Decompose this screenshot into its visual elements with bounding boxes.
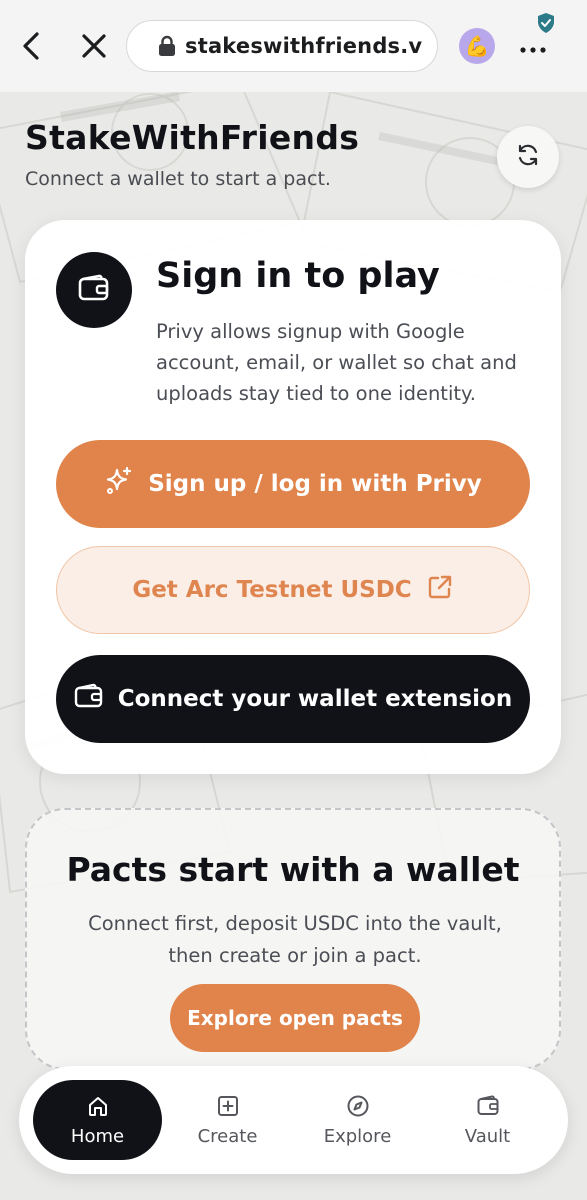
pacts-card: Pacts start with a wallet Connect first,… [25, 808, 561, 1070]
nav-item-vault[interactable]: Vault [423, 1080, 552, 1160]
close-icon[interactable] [76, 28, 112, 64]
connect-wallet-label: Connect your wallet extension [117, 686, 513, 712]
explore-pacts-button[interactable]: Explore open pacts [170, 984, 420, 1052]
get-usdc-button[interactable]: Get Arc Testnet USDC [56, 546, 530, 634]
compass-icon [346, 1094, 370, 1118]
external-link-icon [426, 573, 454, 607]
sparkles-icon [104, 466, 134, 502]
url-text: stakeswithfriends.v [185, 34, 423, 58]
flexed-arm-emoji-icon: 💪 [464, 34, 490, 58]
signin-card: Sign in to play Privy allows signup with… [25, 220, 561, 774]
refresh-button[interactable] [497, 126, 559, 188]
wallet-icon [476, 1094, 500, 1118]
connect-wallet-button[interactable]: Connect your wallet extension [56, 655, 530, 743]
pacts-title: Pacts start with a wallet [66, 850, 520, 889]
privy-login-label: Sign up / log in with Privy [148, 471, 482, 497]
nav-item-label: Home [70, 1125, 125, 1147]
get-usdc-label: Get Arc Testnet USDC [132, 577, 412, 603]
signin-title: Sign in to play [156, 256, 440, 296]
bottom-nav: Home Create Explore Vault [19, 1066, 568, 1174]
nav-item-home[interactable]: Home [33, 1080, 162, 1160]
back-arrow-icon[interactable] [14, 28, 50, 64]
lock-icon [157, 35, 177, 57]
nav-item-create[interactable]: Create [163, 1080, 292, 1160]
nav-item-explore[interactable]: Explore [293, 1080, 422, 1160]
pacts-description: Connect first, deposit USDC into the vau… [88, 912, 502, 967]
browser-toolbar: stakeswithfriends.v 💪 [0, 0, 587, 92]
home-icon [86, 1094, 110, 1118]
signin-description: Privy allows signup with Google account,… [156, 320, 517, 405]
privy-login-button[interactable]: Sign up / log in with Privy [56, 440, 530, 528]
avatar[interactable]: 💪 [459, 28, 495, 64]
nav-item-label: Vault [464, 1125, 511, 1147]
refresh-icon [515, 142, 541, 172]
wallet-icon [74, 682, 104, 716]
wallet-badge [56, 252, 132, 328]
plus-square-icon [216, 1094, 240, 1118]
shield-check-icon [536, 12, 556, 34]
page-subtitle: Connect a wallet to start a pact. [25, 168, 331, 190]
page-title: StakeWithFriends [25, 118, 360, 157]
nav-item-label: Create [197, 1125, 258, 1147]
url-bar[interactable]: stakeswithfriends.v [126, 20, 438, 72]
wallet-icon [77, 273, 111, 307]
nav-item-label: Explore [323, 1125, 392, 1147]
